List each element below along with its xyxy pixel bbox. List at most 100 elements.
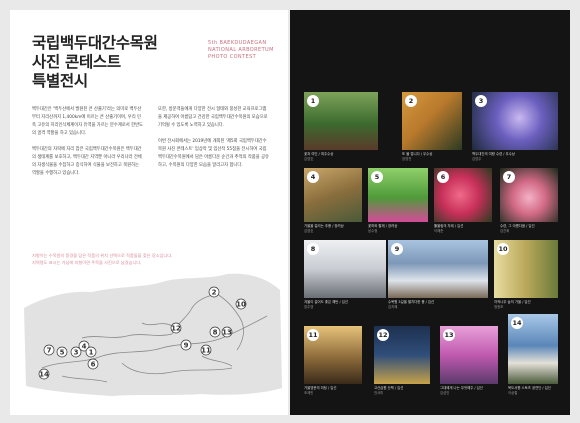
photo-caption: 꽃하와 할께 / 장려상 남수정 <box>368 224 397 234</box>
photo-number: 12 <box>377 329 389 341</box>
photo-caption: 고산습원 산책 / 입선 전서미 <box>374 386 403 396</box>
right-page: 1 꽃과 여인 / 최주수상 김영호 2 또 물 접니다 / 우수상 장영천 3… <box>290 10 570 415</box>
map-caption-line: 지역명도 표시는 가님에 지형이면 주목을 사진으로 남겼습니다. <box>32 260 142 265</box>
photo-number: 8 <box>307 243 319 255</box>
photo-number: 14 <box>511 317 523 329</box>
photo-caption: 백두대간의 여왕 수련 / 우수상 김영주 <box>472 152 515 162</box>
photo-author: 전서미 <box>374 391 384 395</box>
title-line: 사진 콘테스트 <box>32 53 121 71</box>
photo-author: 장영천 <box>402 157 412 161</box>
photo-caption: 튤울림의 자태 / 입선 이해준 <box>434 224 463 234</box>
photo-author: 조제민 <box>304 391 314 395</box>
map-marker: 14 <box>39 371 49 379</box>
photo-title: 수목원 3길을 펼치다한 풍 / 입선 <box>388 300 435 304</box>
photo-11: 11 <box>304 326 362 384</box>
photo-caption: 또 물 접니다 / 우수상 장영천 <box>402 152 432 162</box>
photo-author: 이해준 <box>434 229 444 233</box>
photo-title: 목도서원 스토츠 공연단 / 입선 <box>508 386 551 390</box>
english-subtitle: 5th BAEKDUDAEGAN NATIONAL ARBORETUM PHOT… <box>208 40 274 61</box>
photo-13: 13 <box>440 326 498 384</box>
photo-author: 김영호 <box>304 229 314 233</box>
photo-1: 1 <box>304 92 378 150</box>
map-marker: 11 <box>201 347 211 355</box>
intro-paragraph: 이번 전시회에서는 2019년에 개최된 '제5회 국립백두대간수목원 사진 콘… <box>158 139 269 168</box>
photo-author: 김지혜 <box>388 305 398 309</box>
photo-title: 튤울림의 자태 / 입선 <box>434 224 464 228</box>
map-marker: 8 <box>213 329 218 337</box>
photo-2: 2 <box>402 92 462 150</box>
photo-5: 5 <box>368 168 428 222</box>
map-marker: 5 <box>60 349 65 357</box>
photo-author: 김성인 <box>440 391 450 395</box>
photo-10: 10 <box>494 240 558 298</box>
map-marker: 3 <box>74 349 79 357</box>
photo-12: 12 <box>374 326 430 384</box>
photo-caption: 겨울이 걸어도 좋은 해탄 / 입선 장주영 <box>304 300 348 310</box>
photo-number: 3 <box>475 95 487 107</box>
map-marker: 13 <box>222 329 232 337</box>
photo-6: 6 <box>434 168 492 222</box>
photo-title: 또 물 접니다 / 우수상 <box>402 152 433 156</box>
map-marker: 9 <box>184 342 189 350</box>
arboretum-map: 2 10 12 8 13 9 11 4 7 5 3 1 6 14 <box>24 273 282 396</box>
photo-number: 6 <box>437 171 449 183</box>
photo-number: 2 <box>405 95 417 107</box>
map-marker: 12 <box>171 325 181 333</box>
photo-author: 정광조 <box>494 305 504 309</box>
photo-number: 5 <box>371 171 383 183</box>
title-line: 특별전시 <box>32 72 88 90</box>
intro-paragraph: 또한, 방문객들에게 다양한 전시 형태와 풍성한 교육프로그램을 제공하여 아… <box>158 107 268 128</box>
photo-author: 김영주 <box>472 157 482 161</box>
intro-paragraph: 백두대간은 '백두산에서 발원된 큰 산줄기'라는 의미로 백두산부터 지리산까… <box>32 107 143 136</box>
intro-paragraph: 백두대간의 자락에 자리 잡은 국립백두대간수목원은 백두대간의 생태계를 보호… <box>32 147 142 176</box>
photo-4: 4 <box>304 168 362 222</box>
photo-author: 김진희 <box>500 229 510 233</box>
photo-caption: 수련, 그 아름다움 / 입선 김진희 <box>500 224 535 234</box>
map-marker: 1 <box>89 349 94 357</box>
photo-author: 김영호 <box>304 157 314 161</box>
map-caption: 지형이는 수목원의 풍경을 담은 작품의 위치 선택으로 작품들을 찾은 장소입… <box>32 252 272 266</box>
photo-author: 장주영 <box>304 305 314 309</box>
page-title: 국립백두대간수목원 사진 콘테스트 특별전시 <box>32 34 158 91</box>
photo-caption: 가을영문의 미팅 / 입선 조제민 <box>304 386 336 396</box>
photo-14: 14 <box>508 314 558 384</box>
photo-title: 수련, 그 아름다움 / 입선 <box>500 224 535 228</box>
map-caption-line: 지형이는 수목원의 풍경을 담은 작품의 위치 선택으로 작품들을 찾은 장소입… <box>32 253 173 258</box>
subtitle-line: NATIONAL ARBORETUM <box>208 47 274 53</box>
photo-number: 9 <box>391 243 403 255</box>
photo-8: 8 <box>304 240 386 298</box>
map-marker: 7 <box>47 347 52 355</box>
photo-title: 가을을 걸리는 추풍 / 장려상 <box>304 224 344 228</box>
photo-author: 이상철 <box>508 391 518 395</box>
photo-number: 7 <box>503 171 515 183</box>
intro-column-1: 백두대간은 '백두산에서 발원된 큰 산줄기'라는 의미로 백두산부터 지리산까… <box>32 106 144 186</box>
photo-fill <box>388 240 488 298</box>
photo-7: 7 <box>500 168 558 222</box>
photo-caption: 그대에게 나는 무엇해주 / 입선 김성인 <box>440 386 483 396</box>
subtitle-line: 5th BAEKDUDAEGAN <box>208 40 267 46</box>
photo-caption: 가을을 걸리는 추풍 / 장려상 김영호 <box>304 224 344 234</box>
photo-title: 꽃과 여인 / 최주수상 <box>304 152 334 156</box>
photo-title: 겨울이 걸어도 좋은 해탄 / 입선 <box>304 300 348 304</box>
photo-title: 꽃하와 할께 / 장려상 <box>368 224 398 228</box>
photo-caption: 목도서원 스토츠 공연단 / 입선 이상철 <box>508 386 551 396</box>
map-marker: 6 <box>91 361 96 369</box>
left-page: 국립백두대간수목원 사진 콘테스트 특별전시 5th BAEKDUDAEGAN … <box>10 10 288 415</box>
map-marker: 10 <box>236 301 246 309</box>
photo-9: 9 <box>388 240 488 298</box>
photo-number: 10 <box>497 243 509 255</box>
intro-column-2: 또한, 방문객들에게 다양한 전시 형태와 풍성한 교육프로그램을 제공하여 아… <box>158 106 270 178</box>
photo-caption: 꽃과 여인 / 최주수상 김영호 <box>304 152 333 162</box>
photo-title: 그대에게 나는 무엇해주 / 입선 <box>440 386 483 390</box>
photo-title: 고산습원 산책 / 입선 <box>374 386 404 390</box>
photo-number: 11 <box>307 329 319 341</box>
photo-caption: 자작나무 숲의 가을 / 입선 정광조 <box>494 300 531 310</box>
photo-number: 13 <box>443 329 455 341</box>
photo-title: 자작나무 숲의 가을 / 입선 <box>494 300 531 304</box>
title-line: 국립백두대간수목원 <box>32 34 158 52</box>
photo-number: 1 <box>307 95 319 107</box>
photo-title: 백두대간의 여왕 수련 / 우수상 <box>472 152 515 156</box>
photo-number: 4 <box>307 171 319 183</box>
brochure-spread: 국립백두대간수목원 사진 콘테스트 특별전시 5th BAEKDUDAEGAN … <box>0 0 580 423</box>
map-marker: 4 <box>82 343 87 351</box>
